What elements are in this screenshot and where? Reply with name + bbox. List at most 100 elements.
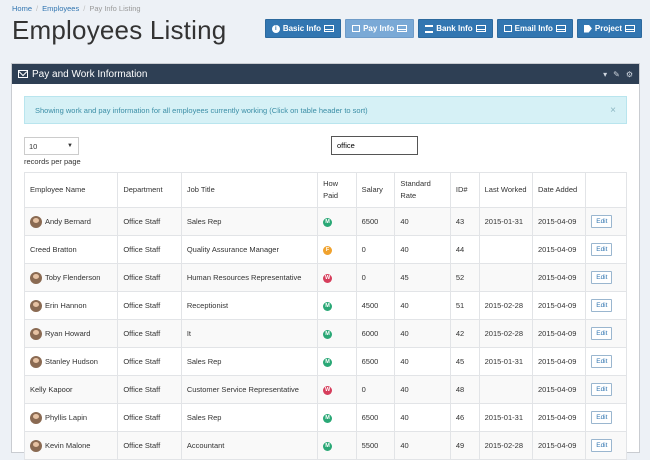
close-icon[interactable]: ×	[610, 105, 616, 116]
pay-work-widget: Pay and Work Information ▾ ✎ ⚙ Showing w…	[11, 63, 640, 460]
col-last-worked[interactable]: Last Worked	[478, 172, 534, 208]
col-job-title[interactable]: Job Title	[180, 172, 319, 208]
pay-type-badge: M	[323, 414, 333, 423]
table-icon	[397, 25, 408, 32]
edit-icon[interactable]: ✎	[613, 70, 620, 79]
how-paid-cell: F	[317, 235, 357, 264]
last-worked-cell	[478, 263, 534, 292]
col-department[interactable]: Department	[117, 172, 182, 208]
how-paid-cell: M	[317, 431, 357, 460]
avatar	[30, 411, 42, 424]
last-worked-cell	[478, 375, 534, 404]
actions-cell: Edit	[585, 319, 627, 348]
pay-type-badge: W	[323, 386, 333, 395]
employee-name: Ryan Howard	[45, 328, 91, 338]
date-added-cell: 2015-04-09	[531, 375, 587, 404]
avatar	[30, 355, 42, 368]
breadcrumb-home[interactable]: Home	[12, 4, 32, 13]
bank-icon	[425, 24, 434, 33]
employee-name: Creed Bratton	[30, 245, 77, 254]
edit-button[interactable]: Edit	[591, 355, 613, 368]
table-row: Phyllis Lapin Office Staff Sales Rep M 6500 4…	[23, 403, 627, 432]
actions-cell: Edit	[585, 375, 627, 404]
department-cell: Office Staff	[117, 347, 182, 376]
job-title-cell: Sales Rep	[180, 403, 319, 432]
job-title-cell: Human Resources Representative	[180, 263, 319, 292]
how-paid-cell: M	[317, 347, 357, 376]
col-how-paid[interactable]: How Paid	[317, 172, 357, 208]
salary-cell: 0	[355, 235, 396, 264]
tag-icon	[583, 24, 592, 33]
department-cell: Office Staff	[117, 263, 182, 292]
col-employee-name[interactable]: Employee Name	[23, 172, 119, 208]
bank-info-button[interactable]: Bank Info	[418, 19, 493, 38]
table-row: Kevin Malone Office Staff Accountant M 5500 4…	[23, 431, 627, 460]
standard-rate-cell: 45	[394, 263, 451, 292]
col-id[interactable]: ID#	[449, 172, 480, 208]
salary-cell: 0	[355, 375, 396, 404]
records-per-page-select[interactable]: 10 ▼	[24, 137, 79, 155]
id-cell: 46	[449, 403, 480, 432]
standard-rate-cell: 40	[394, 347, 451, 376]
edit-button[interactable]: Edit	[591, 327, 613, 340]
edit-button[interactable]: Edit	[591, 215, 613, 228]
date-added-cell: 2015-04-09	[531, 319, 587, 348]
employee-name: Kevin Malone	[45, 440, 91, 450]
table-row: Kelly Kapoor Office Staff Customer Service…	[23, 375, 627, 404]
alert-text: Showing work and pay information for all…	[35, 105, 368, 115]
basic-info-button[interactable]: i Basic Info	[264, 19, 342, 38]
pay-type-badge: F	[323, 246, 333, 255]
records-per-page-label: records per page	[24, 157, 81, 166]
job-title-cell: Customer Service Representative	[180, 375, 319, 404]
edit-button[interactable]: Edit	[591, 439, 613, 452]
id-cell: 51	[449, 291, 480, 320]
pay-type-badge: M	[323, 442, 333, 451]
email-info-button[interactable]: Email Info	[496, 19, 573, 38]
employee-name-cell: Creed Bratton	[23, 235, 119, 264]
avatar	[30, 215, 42, 228]
employee-name: Stanley Hudson	[45, 356, 98, 366]
edit-button[interactable]: Edit	[591, 243, 613, 256]
department-cell: Office Staff	[117, 235, 182, 264]
actions-cell: Edit	[585, 263, 627, 292]
table-row: Andy Bernard Office Staff Sales Rep M 6500 40…	[23, 207, 627, 236]
date-added-cell: 2015-04-09	[531, 347, 587, 376]
edit-button[interactable]: Edit	[591, 411, 613, 424]
col-standard-rate[interactable]: Standard Rate	[394, 172, 451, 208]
table-icon	[475, 25, 486, 32]
widget-title: Pay and Work Information	[32, 68, 148, 80]
last-worked-cell: 2015-02-28	[478, 319, 534, 348]
search-input[interactable]	[331, 136, 418, 155]
envelope-icon	[503, 25, 512, 32]
gear-icon[interactable]: ⚙	[626, 70, 633, 79]
employee-name: Erin Hannon	[45, 300, 87, 310]
id-cell: 43	[449, 207, 480, 236]
employee-name-cell: Erin Hannon	[23, 291, 119, 320]
salary-cell: 4500	[355, 291, 396, 320]
standard-rate-cell: 40	[394, 403, 451, 432]
breadcrumb-employees[interactable]: Employees	[42, 4, 79, 13]
collapse-icon[interactable]: ▾	[603, 70, 607, 79]
department-cell: Office Staff	[117, 319, 182, 348]
date-added-cell: 2015-04-09	[531, 403, 587, 432]
id-cell: 45	[449, 347, 480, 376]
edit-button[interactable]: Edit	[591, 383, 613, 396]
table-row: Ryan Howard Office Staff It M 6000 40 42 2015-0…	[23, 319, 627, 348]
actions-cell: Edit	[585, 235, 627, 264]
employee-name-cell: Ryan Howard	[23, 319, 119, 348]
job-title-cell: Sales Rep	[180, 347, 319, 376]
edit-button[interactable]: Edit	[591, 271, 613, 284]
col-date-added[interactable]: Date Added	[531, 172, 587, 208]
salary-cell: 6500	[355, 207, 396, 236]
col-salary[interactable]: Salary	[355, 172, 396, 208]
project-button[interactable]: Project	[576, 19, 642, 38]
pay-info-button[interactable]: Pay Info	[345, 19, 415, 38]
employee-name-cell: Kevin Malone	[23, 431, 119, 460]
info-icon: i	[271, 24, 280, 33]
employee-name-cell: Toby Flenderson	[23, 263, 119, 292]
envelope-icon	[18, 70, 28, 78]
salary-cell: 6500	[355, 403, 396, 432]
edit-button[interactable]: Edit	[591, 299, 613, 312]
table-row: Toby Flenderson Office Staff Human Resourc…	[23, 263, 627, 292]
widget-header: Pay and Work Information ▾ ✎ ⚙	[12, 64, 639, 84]
